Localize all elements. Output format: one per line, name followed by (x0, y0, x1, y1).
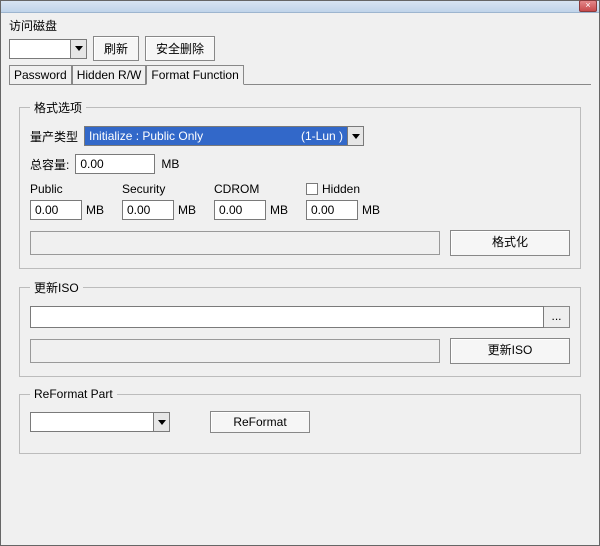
public-label: Public (30, 182, 104, 196)
close-icon: × (585, 0, 590, 10)
cdrom-input[interactable] (214, 200, 266, 220)
reformat-button[interactable]: ReFormat (210, 411, 310, 433)
security-label: Security (122, 182, 196, 196)
group-update-iso-legend: 更新ISO (30, 279, 83, 296)
public-unit: MB (86, 203, 104, 217)
production-type-value: Initialize : Public Only (1-Lun ) (85, 127, 347, 145)
cdrom-label: CDROM (214, 182, 288, 196)
app-window: × 访问磁盘 刷新 安全删除 Password Hidden R/W Forma… (0, 0, 600, 546)
tab-format-function[interactable]: Format Function (146, 65, 243, 85)
tab-strip: Password Hidden R/W Format Function (9, 65, 591, 85)
security-input[interactable] (122, 200, 174, 220)
iso-progress (30, 339, 440, 363)
tab-hidden-rw[interactable]: Hidden R/W (72, 65, 147, 84)
group-reformat-part-legend: ReFormat Part (30, 387, 117, 401)
tab-password[interactable]: Password (9, 65, 72, 84)
hidden-input[interactable] (306, 200, 358, 220)
hidden-label: Hidden (322, 182, 360, 196)
group-reformat-part: ReFormat Part ReFormat (19, 387, 581, 454)
disk-access-label: 访问磁盘 (9, 17, 591, 34)
chevron-down-icon (352, 134, 360, 139)
hidden-checkbox[interactable]: Hidden (306, 182, 380, 196)
safe-delete-button[interactable]: 安全删除 (145, 36, 215, 61)
format-progress (30, 231, 440, 255)
disk-select-value (10, 40, 70, 58)
hidden-unit: MB (362, 203, 380, 217)
iso-browse-button[interactable]: ... (544, 306, 570, 328)
group-format-options-legend: 格式选项 (30, 99, 86, 116)
content-area: 访问磁盘 刷新 安全删除 Password Hidden R/W Format … (1, 13, 599, 480)
production-type-value-left: Initialize : Public Only (89, 129, 203, 143)
chevron-down-icon (75, 46, 83, 51)
total-capacity-label: 总容量: (30, 156, 69, 173)
iso-path-input[interactable] (30, 306, 544, 328)
chevron-down-icon (158, 420, 166, 425)
reformat-part-select[interactable] (30, 412, 170, 432)
total-capacity-input[interactable] (75, 154, 155, 174)
refresh-button[interactable]: 刷新 (93, 36, 139, 61)
format-button[interactable]: 格式化 (450, 230, 570, 256)
reformat-part-value (31, 413, 153, 431)
titlebar: × (1, 1, 599, 13)
reformat-part-arrow[interactable] (153, 413, 169, 431)
close-button[interactable]: × (579, 0, 597, 12)
cdrom-unit: MB (270, 203, 288, 217)
production-type-arrow[interactable] (347, 127, 363, 145)
production-type-value-right: (1-Lun ) (301, 129, 343, 143)
total-capacity-unit: MB (161, 157, 179, 171)
production-type-label: 量产类型 (30, 128, 78, 145)
checkbox-icon (306, 183, 318, 195)
disk-select[interactable] (9, 39, 87, 59)
tab-panel-format: 格式选项 量产类型 Initialize : Public Only (1-Lu… (9, 85, 591, 472)
update-iso-button[interactable]: 更新ISO (450, 338, 570, 364)
disk-select-arrow[interactable] (70, 40, 86, 58)
group-update-iso: 更新ISO ... 更新ISO (19, 279, 581, 377)
group-format-options: 格式选项 量产类型 Initialize : Public Only (1-Lu… (19, 99, 581, 269)
partition-sizes: Public MB Security MB (30, 182, 570, 220)
production-type-select[interactable]: Initialize : Public Only (1-Lun ) (84, 126, 364, 146)
public-input[interactable] (30, 200, 82, 220)
security-unit: MB (178, 203, 196, 217)
